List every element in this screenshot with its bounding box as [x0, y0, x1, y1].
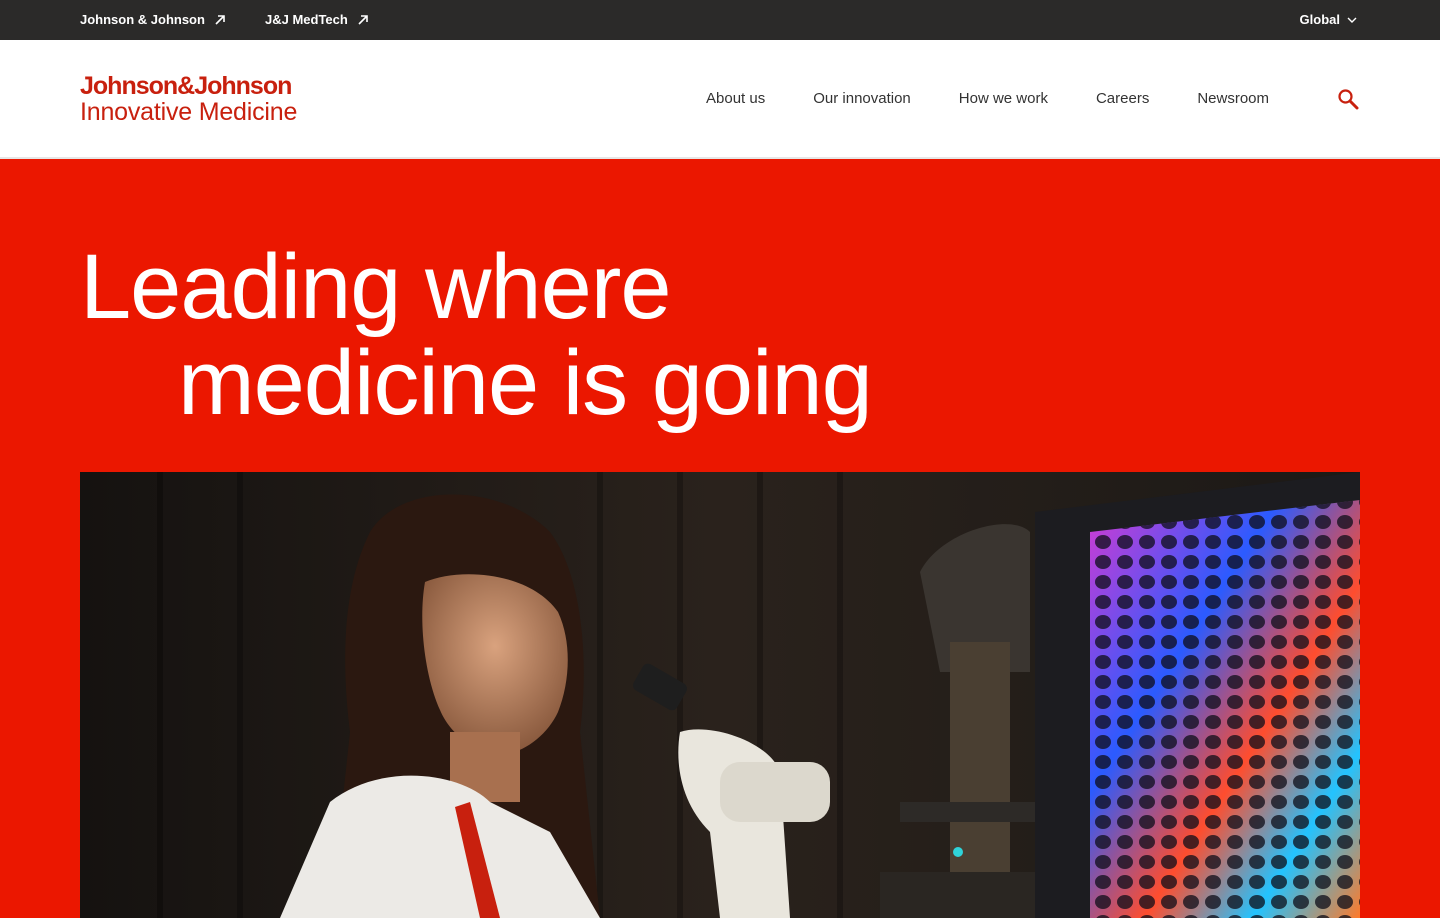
johnson-and-johnson-link[interactable]: Johnson & Johnson — [80, 12, 226, 27]
hero-title-line1: Leading where — [80, 236, 672, 338]
hero-section: Leading where medicine is going — [0, 161, 1440, 918]
hero-title: Leading where medicine is going — [80, 236, 873, 434]
nav-item-careers[interactable]: Careers — [1096, 90, 1149, 107]
scientist-microscope-illustration — [80, 472, 1360, 918]
external-arrow-icon — [215, 14, 225, 25]
hero-image — [80, 472, 1360, 918]
external-arrow-icon — [358, 14, 368, 25]
region-label: Global — [1299, 12, 1340, 27]
main-nav: About us Our innovation How we work Care… — [706, 90, 1317, 107]
logo-subtitle: Innovative Medicine — [80, 98, 298, 126]
nav-item-our-innovation[interactable]: Our innovation — [813, 90, 911, 107]
hero-title-line2: medicine is going — [178, 332, 873, 434]
region-selector[interactable]: Global — [1300, 12, 1357, 27]
johnson-and-johnson-label: Johnson & Johnson — [80, 12, 205, 27]
nav-item-about-us[interactable]: About us — [706, 90, 765, 107]
main-header: Johnson&Johnson Innovative Medicine Abou… — [0, 40, 1440, 159]
brand-logo[interactable]: Johnson&Johnson Innovative Medicine — [80, 72, 298, 126]
nav-item-how-we-work[interactable]: How we work — [959, 90, 1048, 107]
logo-wordmark: Johnson&Johnson — [80, 72, 292, 100]
search-icon[interactable] — [1337, 88, 1359, 110]
jj-medtech-link[interactable]: J&J MedTech — [265, 12, 369, 27]
chevron-down-icon — [1347, 17, 1357, 23]
utility-bar: Johnson & Johnson J&J MedTech Global — [0, 0, 1440, 40]
nav-item-newsroom[interactable]: Newsroom — [1197, 90, 1269, 107]
jj-medtech-label: J&J MedTech — [265, 12, 348, 27]
